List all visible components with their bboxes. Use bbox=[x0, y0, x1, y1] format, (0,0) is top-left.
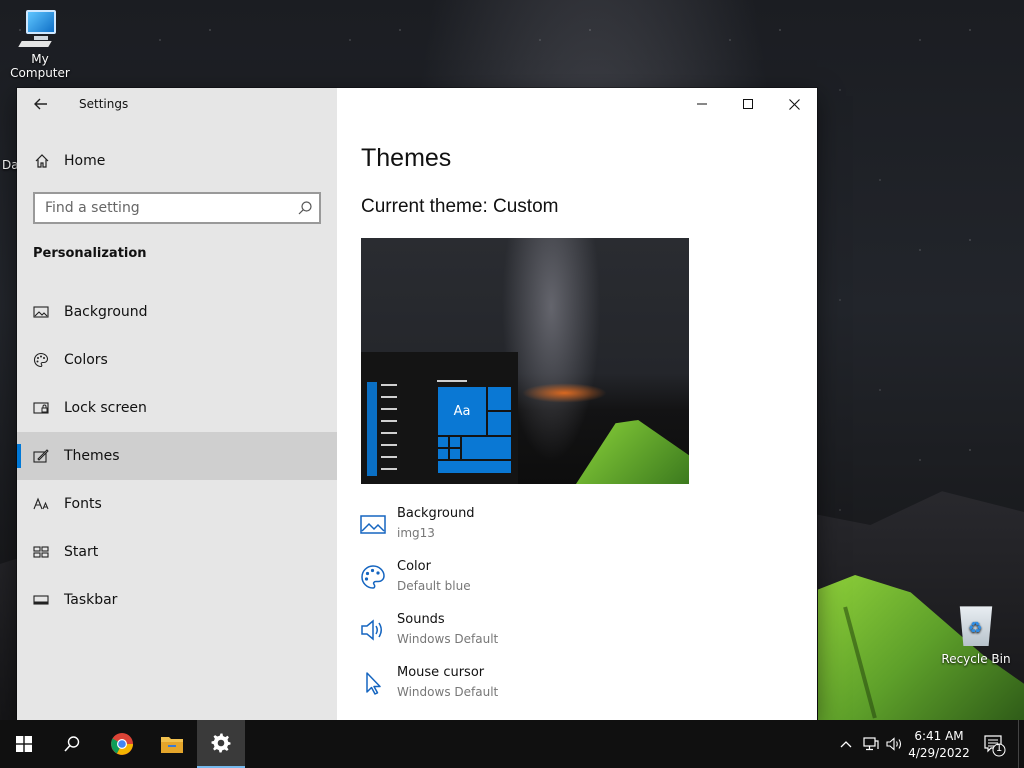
back-arrow-icon bbox=[34, 98, 47, 110]
section-heading: Personalization bbox=[33, 246, 147, 261]
sidebar-item-label: Taskbar bbox=[64, 592, 118, 608]
minimize-button[interactable] bbox=[679, 88, 725, 120]
property-value: Windows Default bbox=[397, 685, 499, 699]
sidebar-item-label: Start bbox=[64, 544, 99, 560]
gear-icon bbox=[211, 733, 231, 753]
close-icon bbox=[788, 98, 800, 110]
search-button[interactable] bbox=[48, 720, 96, 768]
current-theme-heading: Current theme: Custom bbox=[361, 196, 559, 217]
cursor-icon bbox=[366, 672, 381, 695]
sidebar-item-label: Themes bbox=[64, 448, 120, 464]
folder-icon bbox=[161, 737, 183, 753]
maximize-button[interactable] bbox=[725, 88, 771, 120]
search-icon[interactable] bbox=[297, 200, 313, 216]
property-name: Sounds bbox=[397, 612, 445, 627]
sidebar-item-home[interactable]: Home bbox=[17, 146, 337, 176]
home-icon bbox=[35, 154, 49, 168]
desktop-icon-my-computer[interactable]: My Computer bbox=[0, 8, 80, 80]
desktop-icon-label: My Computer bbox=[10, 52, 70, 80]
content-pane: Themes Current theme: Custom Aa Backgrou… bbox=[337, 88, 817, 720]
theme-property-mouse-cursor[interactable]: Mouse cursor Windows Default bbox=[359, 665, 779, 709]
property-name: Mouse cursor bbox=[397, 665, 485, 680]
palette-icon bbox=[33, 352, 49, 368]
sidebar-nav: Background Colors Lock screen Themes Fon… bbox=[17, 288, 337, 624]
maximize-icon bbox=[743, 99, 753, 109]
search-box[interactable] bbox=[33, 192, 321, 224]
chrome-icon bbox=[111, 733, 133, 755]
settings-taskbar-button[interactable] bbox=[197, 720, 245, 768]
themes-icon bbox=[33, 449, 49, 463]
taskbar-icon bbox=[33, 595, 49, 605]
action-center-button[interactable]: 1 bbox=[978, 728, 1010, 760]
speaker-icon bbox=[886, 737, 902, 751]
sidebar-item-background[interactable]: Background bbox=[17, 288, 337, 336]
computer-icon bbox=[18, 8, 60, 48]
sidebar: Settings Home Personalization Backgroun bbox=[17, 88, 337, 720]
palette-icon bbox=[361, 565, 385, 589]
taskbar-clock[interactable]: 6:41 AM 4/29/2022 bbox=[905, 728, 973, 762]
minimize-icon bbox=[697, 103, 707, 105]
preview-tent bbox=[576, 420, 689, 484]
start-icon bbox=[33, 546, 49, 558]
sidebar-item-themes[interactable]: Themes bbox=[17, 432, 337, 480]
speaker-icon bbox=[361, 619, 382, 641]
theme-preview: Aa bbox=[361, 238, 689, 484]
sidebar-item-label: Fonts bbox=[64, 496, 102, 512]
close-button[interactable] bbox=[771, 88, 817, 120]
sidebar-item-lock-screen[interactable]: Lock screen bbox=[17, 384, 337, 432]
preview-start-menu: Aa bbox=[361, 352, 518, 484]
image-icon bbox=[33, 306, 49, 318]
notification-count-badge: 1 bbox=[995, 743, 1003, 754]
network-icon bbox=[863, 737, 879, 751]
sidebar-item-colors[interactable]: Colors bbox=[17, 336, 337, 384]
clock-time: 6:41 AM bbox=[914, 729, 964, 743]
property-value: Default blue bbox=[397, 579, 471, 593]
sidebar-item-label: Background bbox=[64, 304, 148, 320]
app-title: Settings bbox=[79, 97, 129, 111]
settings-window: Settings Home Personalization Backgroun bbox=[17, 88, 817, 720]
chrome-taskbar-button[interactable] bbox=[98, 720, 146, 768]
desktop-icon-label: Recycle Bin bbox=[941, 652, 1011, 666]
network-button[interactable] bbox=[860, 720, 882, 768]
start-button[interactable] bbox=[0, 720, 48, 768]
sidebar-item-start[interactable]: Start bbox=[17, 528, 337, 576]
desktop-icon-recycle-bin[interactable]: Recycle Bin bbox=[940, 602, 1012, 666]
back-button[interactable] bbox=[29, 94, 53, 114]
recycle-bin-icon bbox=[959, 606, 993, 646]
property-value: img13 bbox=[397, 526, 435, 540]
search-input[interactable] bbox=[45, 200, 295, 216]
windows-logo-icon bbox=[16, 736, 32, 752]
file-explorer-taskbar-button[interactable] bbox=[148, 720, 196, 768]
taskbar: 6:41 AM 4/29/2022 1 bbox=[0, 720, 1024, 768]
theme-property-color[interactable]: Color Default blue bbox=[359, 559, 779, 603]
property-value: Windows Default bbox=[397, 632, 499, 646]
theme-property-sounds[interactable]: Sounds Windows Default bbox=[359, 612, 779, 656]
show-hidden-icons-button[interactable] bbox=[836, 720, 856, 768]
sidebar-item-label: Colors bbox=[64, 352, 108, 368]
show-desktop-button[interactable] bbox=[1018, 720, 1024, 768]
volume-button[interactable] bbox=[884, 720, 906, 768]
lock-screen-icon bbox=[33, 402, 49, 414]
property-name: Background bbox=[397, 506, 475, 521]
search-icon bbox=[64, 736, 80, 752]
sidebar-item-label: Home bbox=[64, 153, 106, 169]
sidebar-item-label: Lock screen bbox=[64, 400, 147, 416]
window-controls bbox=[679, 88, 817, 120]
notification-icon bbox=[984, 735, 1006, 757]
preview-tile-aa: Aa bbox=[437, 386, 487, 436]
theme-property-background[interactable]: Background img13 bbox=[359, 506, 779, 550]
chevron-up-icon bbox=[840, 741, 852, 748]
sidebar-item-fonts[interactable]: Fonts bbox=[17, 480, 337, 528]
page-title: Themes bbox=[361, 144, 452, 172]
sidebar-item-taskbar[interactable]: Taskbar bbox=[17, 576, 337, 624]
property-name: Color bbox=[397, 559, 431, 574]
fonts-icon bbox=[33, 497, 49, 510]
title-bar: Settings bbox=[17, 88, 337, 120]
clock-date: 4/29/2022 bbox=[908, 746, 970, 760]
image-icon bbox=[360, 515, 386, 534]
